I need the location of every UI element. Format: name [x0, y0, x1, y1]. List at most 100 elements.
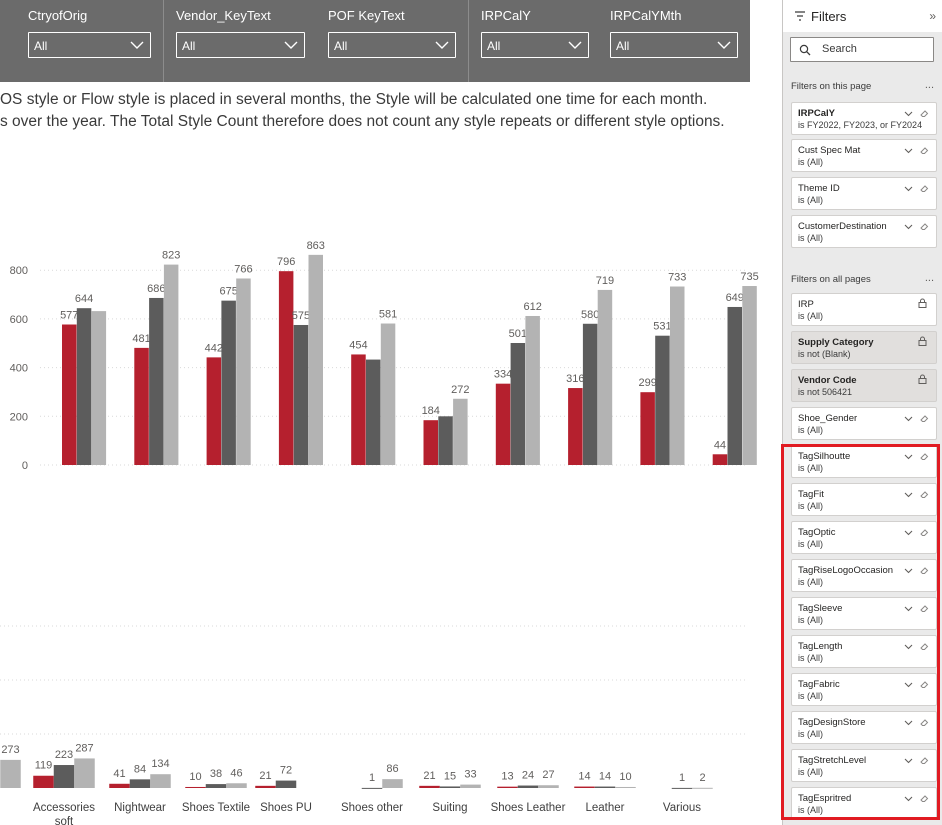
chevron-down-icon[interactable] [904, 222, 913, 231]
filter-card-condition: is (All) [798, 539, 823, 549]
filter-card[interactable]: TagDesignStore is (All) [791, 711, 937, 744]
data-label: 134 [151, 758, 169, 770]
bar[interactable] [33, 775, 54, 788]
data-label: 21 [423, 770, 435, 782]
filter-card-name: Shoe_Gender [798, 413, 858, 424]
filter-card[interactable]: TagFit is (All) [791, 483, 937, 516]
filter-card[interactable]: TagSleeve is (All) [791, 597, 937, 630]
bar[interactable] [226, 783, 247, 788]
chevron-down-icon[interactable] [904, 452, 913, 461]
chevron-down-icon[interactable] [904, 642, 913, 651]
bar[interactable] [692, 787, 713, 789]
data-label: 10 [189, 771, 201, 783]
filter-card-name: TagSilhoutte [798, 451, 851, 462]
search-icon [799, 44, 811, 56]
bar[interactable] [671, 787, 693, 789]
filter-card-condition: is (All) [798, 653, 823, 663]
bar[interactable] [129, 779, 151, 788]
chevron-down-icon[interactable] [904, 184, 913, 193]
clear-filter-icon[interactable] [919, 413, 929, 423]
clear-filter-icon[interactable] [919, 755, 929, 765]
clear-filter-icon[interactable] [919, 717, 929, 727]
filter-card-condition: is not 506421 [798, 387, 853, 397]
bar[interactable] [517, 785, 539, 788]
bar[interactable] [0, 759, 21, 788]
clear-filter-icon[interactable] [919, 451, 929, 461]
bar[interactable] [109, 783, 130, 788]
chevron-down-icon[interactable] [904, 528, 913, 537]
filter-card[interactable]: Shoe_Gender is (All) [791, 407, 937, 440]
data-label: 33 [464, 769, 476, 781]
bar[interactable] [53, 765, 75, 788]
bar[interactable] [255, 785, 276, 788]
more-options-icon[interactable]: ... [925, 79, 934, 91]
clear-filter-icon[interactable] [919, 679, 929, 689]
filter-card[interactable]: TagStretchLevel is (All) [791, 749, 937, 782]
bar[interactable] [574, 786, 595, 788]
filter-card[interactable]: CustomerDestination is (All) [791, 215, 937, 248]
bar[interactable] [185, 786, 206, 788]
bar[interactable] [361, 787, 383, 789]
clear-filter-icon[interactable] [919, 793, 929, 803]
chevron-down-icon[interactable] [904, 490, 913, 499]
clear-filter-icon[interactable] [919, 603, 929, 613]
chevron-down-icon[interactable] [904, 794, 913, 803]
clear-filter-icon[interactable] [919, 565, 929, 575]
bar[interactable] [275, 780, 297, 788]
clear-filter-icon[interactable] [919, 108, 929, 118]
filter-card[interactable]: TagRiseLogoOccasion is (All) [791, 559, 937, 592]
data-label: 15 [444, 770, 456, 782]
filter-card-condition: is (All) [798, 691, 823, 701]
bar[interactable] [460, 784, 481, 788]
bar[interactable] [150, 774, 171, 788]
clear-filter-icon[interactable] [919, 489, 929, 499]
chevron-down-icon[interactable] [904, 566, 913, 575]
filter-card[interactable]: TagLength is (All) [791, 635, 937, 668]
bar[interactable] [615, 786, 636, 788]
bar[interactable] [205, 784, 227, 788]
bar[interactable] [497, 786, 518, 788]
filter-card[interactable]: TagFabric is (All) [791, 673, 937, 706]
filter-card-name: CustomerDestination [798, 221, 887, 232]
clear-filter-icon[interactable] [919, 641, 929, 651]
bar[interactable] [538, 785, 559, 788]
filter-lines-icon [795, 11, 805, 21]
filter-search-input[interactable]: Search [790, 37, 934, 62]
filter-card-name: TagSleeve [798, 603, 843, 614]
filter-card-condition: is (All) [798, 805, 823, 815]
search-placeholder: Search [822, 43, 857, 55]
bar[interactable] [419, 785, 440, 788]
chevron-down-icon[interactable] [904, 756, 913, 765]
more-options-icon[interactable]: ... [925, 272, 934, 284]
bar[interactable] [74, 758, 95, 788]
bar[interactable] [382, 779, 403, 788]
filter-card[interactable]: Cust Spec Mat is (All) [791, 139, 937, 172]
collapse-pane-icon[interactable]: » [929, 9, 936, 23]
x-axis-category-label: Shoes Textile [182, 802, 250, 814]
bar[interactable] [594, 786, 616, 788]
chevron-down-icon[interactable] [904, 680, 913, 689]
bar[interactable] [439, 786, 461, 788]
filter-card[interactable]: IRPCalY is FY2022, FY2023, or FY2024 [791, 102, 937, 135]
clear-filter-icon[interactable] [919, 527, 929, 537]
filter-card[interactable]: TagEspritred is (All) [791, 787, 937, 820]
filters-on-all-pages-label: Filters on all pages [791, 274, 871, 285]
chevron-down-icon[interactable] [904, 604, 913, 613]
filter-card[interactable]: Theme ID is (All) [791, 177, 937, 210]
filter-card[interactable]: IRP is (All) [791, 293, 937, 326]
chevron-down-icon[interactable] [904, 109, 913, 118]
filter-card[interactable]: TagOptic is (All) [791, 521, 937, 554]
clear-filter-icon[interactable] [919, 221, 929, 231]
x-axis-category-label: Leather [585, 802, 624, 814]
filter-card[interactable]: Vendor Code is not 506421 [791, 369, 937, 402]
chevron-down-icon[interactable] [904, 718, 913, 727]
filter-card[interactable]: TagSilhoutte is (All) [791, 445, 937, 478]
filter-card-name: TagDesignStore [798, 717, 866, 728]
clear-filter-icon[interactable] [919, 183, 929, 193]
chevron-down-icon[interactable] [904, 414, 913, 423]
data-label: 27 [542, 769, 554, 781]
clear-filter-icon[interactable] [919, 145, 929, 155]
filter-card[interactable]: Supply Category is not (Blank) [791, 331, 937, 364]
chevron-down-icon[interactable] [904, 146, 913, 155]
data-label: 14 [599, 771, 611, 783]
